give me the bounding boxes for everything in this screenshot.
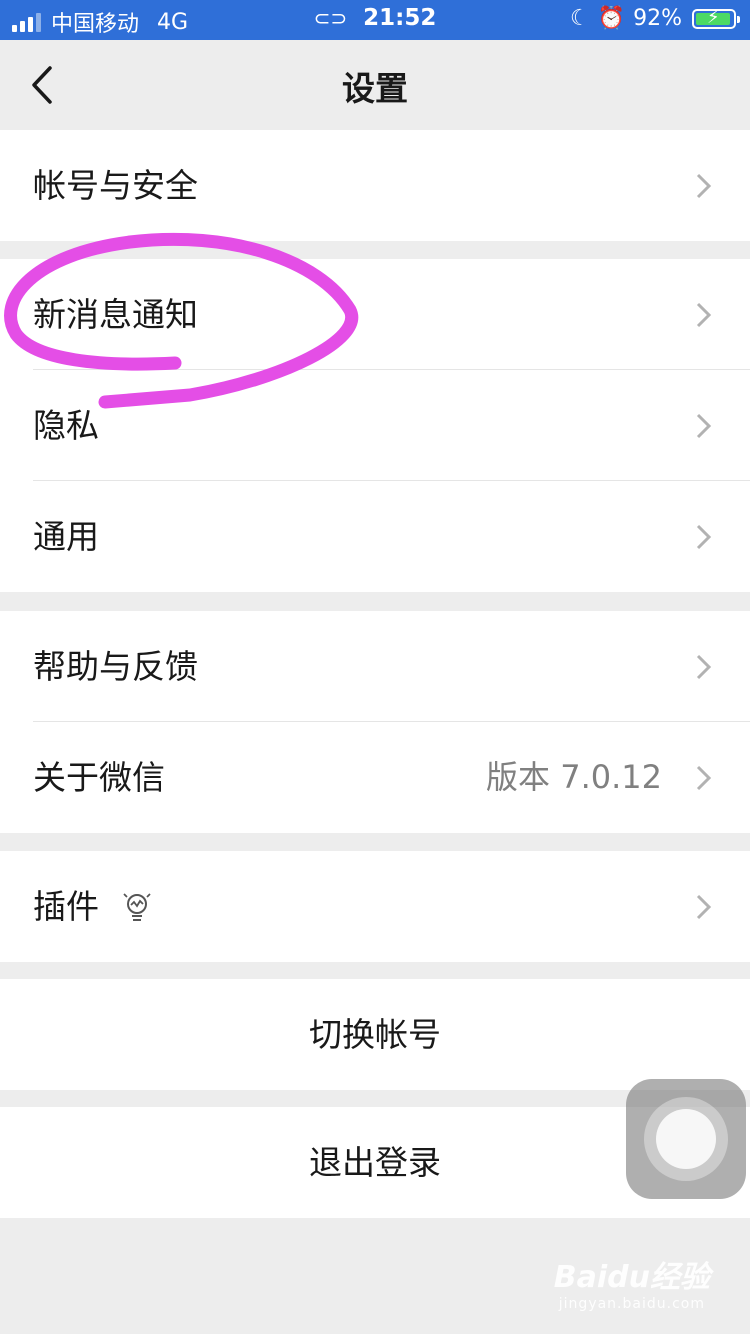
status-time: 21:52: [363, 5, 437, 31]
battery-percent: 92%: [633, 6, 682, 31]
nav-bar: 设置: [0, 40, 750, 130]
status-right: ☾ ⏰ 92% ⚡: [569, 6, 740, 31]
switch-account-button[interactable]: 切换帐号: [0, 979, 750, 1090]
settings-item-general[interactable]: 通用: [0, 481, 750, 592]
chevron-right-icon: [696, 413, 712, 439]
settings-item-label: 关于微信: [33, 758, 165, 797]
lightbulb-icon: [123, 893, 151, 921]
chevron-right-icon: [696, 173, 712, 199]
settings-item-label: 帮助与反馈: [33, 647, 198, 686]
back-chevron-icon[interactable]: [28, 60, 68, 110]
plugins-group: 插件: [0, 851, 750, 962]
chevron-right-icon: [696, 524, 712, 550]
chevron-right-icon: [696, 765, 712, 791]
settings-item-help-feedback[interactable]: 帮助与反馈: [0, 611, 750, 722]
assistive-touch-button[interactable]: [626, 1079, 746, 1199]
settings-item-label: 插件: [33, 887, 99, 926]
watermark-sub: jingyan.baidu.com: [558, 1296, 705, 1312]
settings-item-new-message-notification[interactable]: 新消息通知: [0, 259, 750, 370]
watermark-main: Baidu经验: [553, 1260, 710, 1295]
settings-item-privacy[interactable]: 隐私: [0, 370, 750, 481]
account-group: 帐号与安全: [0, 130, 750, 241]
settings-item-about-wechat[interactable]: 关于微信 版本 7.0.12: [0, 722, 750, 833]
version-value: 版本 7.0.12: [486, 758, 662, 796]
battery-charging-icon: ⚡: [692, 7, 740, 29]
settings-item-label: 新消息通知: [33, 295, 198, 334]
support-group: 帮助与反馈 关于微信 版本 7.0.12: [0, 611, 750, 833]
settings-item-label: 帐号与安全: [33, 166, 198, 205]
switch-account-group: 切换帐号: [0, 979, 750, 1090]
chevron-right-icon: [696, 654, 712, 680]
moon-icon: ☾: [569, 6, 590, 31]
settings-item-label: 通用: [33, 517, 99, 556]
settings-item-account-security[interactable]: 帐号与安全: [0, 130, 750, 241]
chevron-right-icon: [696, 302, 712, 328]
alarm-icon: ⏰: [597, 6, 626, 31]
status-bar: 中国移动 4G ⊂⊃ 21:52 ☾ ⏰ 92% ⚡: [0, 0, 750, 40]
settings-item-label: 隐私: [33, 406, 99, 445]
page-title: 设置: [342, 69, 408, 108]
baidu-watermark: Baidu经验 jingyan.baidu.com: [554, 1252, 710, 1312]
settings-item-plugins[interactable]: 插件: [0, 851, 750, 962]
chevron-right-icon: [696, 894, 712, 920]
link-icon: ⊂⊃: [313, 6, 348, 30]
main-group: 新消息通知 隐私 通用: [0, 259, 750, 592]
